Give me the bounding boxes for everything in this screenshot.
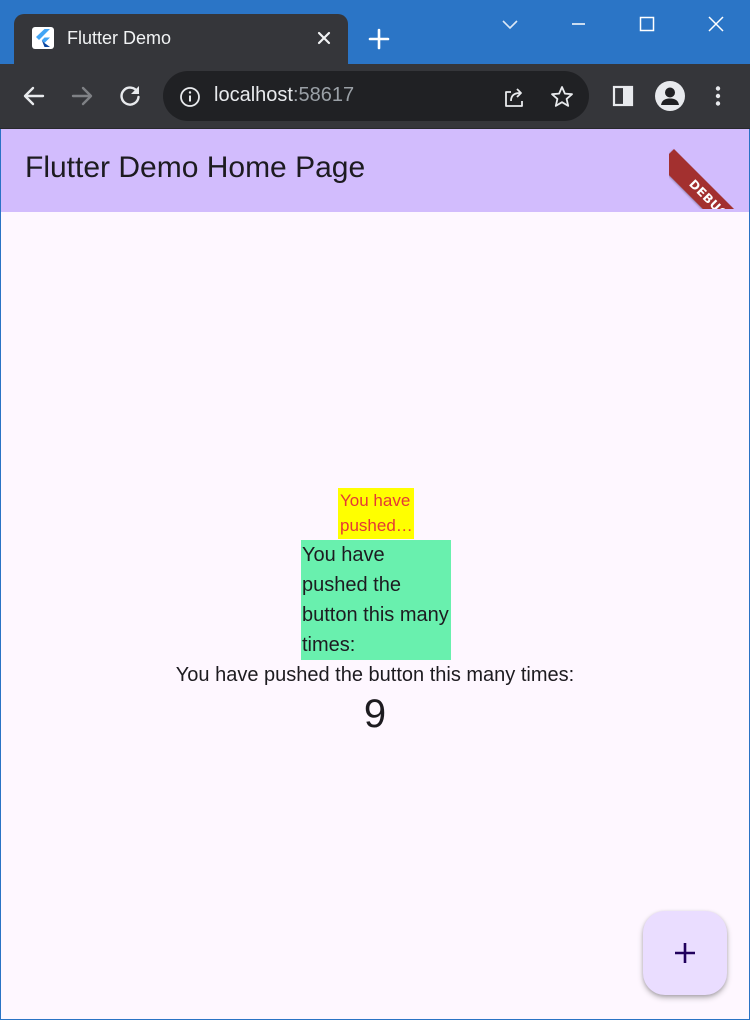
tab-title: Flutter Demo <box>67 28 172 48</box>
close-icon[interactable] <box>702 10 730 38</box>
address-bar[interactable]: localhost:58617 <box>163 71 589 121</box>
share-icon[interactable] <box>501 84 527 110</box>
debug-banner-label: DEBUG <box>669 149 749 209</box>
plus-icon <box>673 941 697 965</box>
star-icon[interactable] <box>549 84 575 110</box>
close-icon[interactable] <box>314 28 334 48</box>
info-icon[interactable] <box>179 86 201 108</box>
chevron-down-icon[interactable] <box>496 10 524 38</box>
green-text-box: You have pushed the button this many tim… <box>301 540 451 660</box>
browser-toolbar: localhost:58617 <box>0 64 750 129</box>
counter-label: You have pushed the button this many tim… <box>175 664 575 686</box>
url-host: localhost <box>214 84 293 106</box>
browser-window: Flutter Demo localhost:58617 Flutter Dem… <box>0 0 750 1020</box>
minimize-icon[interactable] <box>564 10 592 38</box>
yellow-box-text: You have pushed the button this many tim… <box>340 491 411 535</box>
url-text[interactable]: localhost:58617 <box>214 84 354 107</box>
side-panel-icon[interactable] <box>609 82 637 110</box>
arrow-left-icon[interactable] <box>20 82 48 110</box>
arrow-right-icon[interactable] <box>68 82 96 110</box>
increment-button[interactable] <box>643 911 727 995</box>
kebab-menu-icon[interactable] <box>704 82 732 110</box>
browser-tab[interactable]: Flutter Demo <box>14 14 348 64</box>
app-viewport: Flutter Demo Home Page DEBUG You have pu… <box>1 129 749 1019</box>
plus-icon[interactable] <box>366 26 392 52</box>
app-bar: Flutter Demo Home Page <box>1 129 749 212</box>
debug-banner: DEBUG <box>669 129 749 209</box>
tab-strip: Flutter Demo <box>0 0 750 64</box>
yellow-text-box: You have pushed the button this many tim… <box>338 488 414 539</box>
maximize-icon[interactable] <box>633 10 661 38</box>
counter-value: 9 <box>363 692 387 736</box>
url-port: :58617 <box>292 84 355 106</box>
person-icon[interactable] <box>655 81 685 111</box>
green-box-text: You have pushed the button this many tim… <box>302 544 449 656</box>
flutter-logo-icon <box>32 27 54 49</box>
app-bar-title: Flutter Demo Home Page <box>25 151 366 184</box>
reload-icon[interactable] <box>116 82 144 110</box>
